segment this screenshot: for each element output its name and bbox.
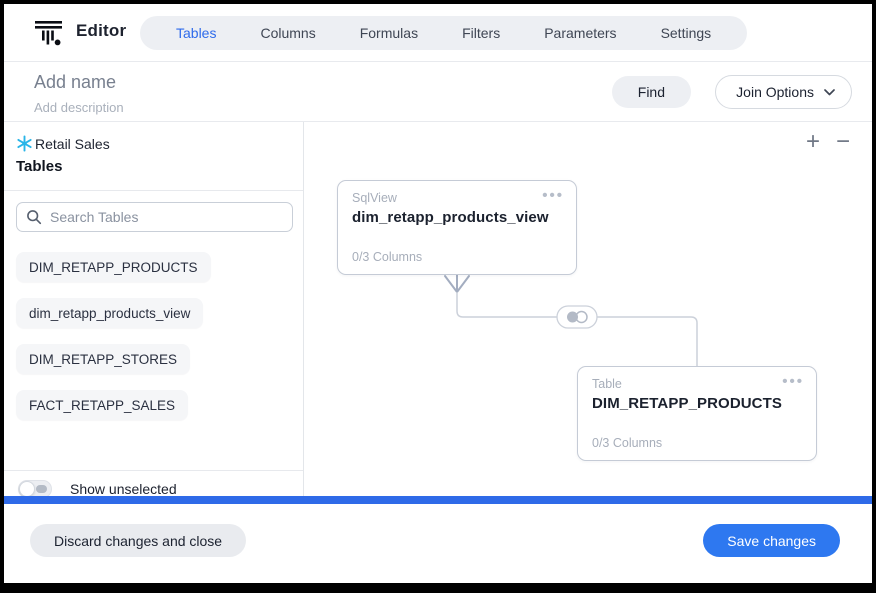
data-source-row: Retail Sales — [16, 135, 110, 152]
find-button[interactable]: Find — [611, 76, 691, 108]
dataset-name-field[interactable]: Add name — [34, 72, 116, 93]
sigma-logo-icon — [35, 21, 62, 46]
table-list-item[interactable]: DIM_RETAPP_STORES — [16, 344, 191, 374]
show-unselected-label: Show unselected — [70, 481, 177, 497]
node-name: dim_retapp_products_view — [352, 209, 549, 226]
join-canvas[interactable]: + − SqlView ••• dim_retapp_products_view… — [304, 122, 872, 496]
tab-parameters[interactable]: Parameters — [522, 25, 638, 41]
header-bar: Editor Tables Columns Formulas Filters P… — [4, 4, 872, 62]
snowflake-icon — [17, 135, 32, 152]
accent-divider-bar — [4, 496, 872, 504]
search-tables-input[interactable] — [50, 209, 283, 225]
data-source-name: Retail Sales — [35, 135, 110, 152]
node-columns-count: 0/3 Columns — [592, 436, 663, 450]
toggle-knob — [19, 481, 35, 497]
node-menu-icon[interactable]: ••• — [542, 187, 564, 204]
sidebar-divider — [4, 190, 303, 191]
tab-tables[interactable]: Tables — [154, 25, 238, 41]
node-name: DIM_RETAPP_PRODUCTS — [592, 395, 782, 412]
node-type-label: SqlView — [352, 191, 397, 205]
search-tables-box[interactable] — [16, 202, 293, 232]
sidebar-divider — [4, 470, 303, 471]
search-icon — [27, 210, 42, 225]
save-changes-button[interactable]: Save changes — [703, 524, 840, 557]
canvas-node-sqlview[interactable]: SqlView ••• dim_retapp_products_view 0/3… — [337, 180, 577, 275]
node-menu-icon[interactable]: ••• — [782, 373, 804, 390]
join-type-icon — [556, 305, 598, 329]
sidebar-section-title: Tables — [16, 158, 63, 175]
title-bar: Add name Add description Find Join Optio… — [4, 62, 872, 122]
canvas-node-table[interactable]: Table ••• DIM_RETAPP_PRODUCTS 0/3 Column… — [577, 366, 817, 461]
app-title: Editor — [76, 21, 127, 40]
table-list-item[interactable]: FACT_RETAPP_SALES — [16, 390, 189, 420]
tab-filters[interactable]: Filters — [440, 25, 522, 41]
tables-sidebar: Retail Sales Tables DIM_RETAPP_PRODUCTS … — [4, 122, 304, 498]
editor-window: Editor Tables Columns Formulas Filters P… — [4, 4, 872, 583]
chevron-down-icon — [824, 88, 835, 95]
node-columns-count: 0/3 Columns — [352, 250, 423, 264]
node-type-label: Table — [592, 377, 622, 391]
table-list-item[interactable]: DIM_RETAPP_PRODUCTS — [16, 252, 211, 282]
footer-bar: Discard changes and close Save changes — [4, 504, 872, 583]
toggle-track-mark — [36, 485, 47, 493]
tab-settings[interactable]: Settings — [639, 25, 734, 41]
dataset-description-field[interactable]: Add description — [34, 100, 124, 115]
tab-formulas[interactable]: Formulas — [338, 25, 440, 41]
join-options-button[interactable]: Join Options — [715, 75, 852, 109]
join-options-label: Join Options — [736, 84, 814, 100]
tab-columns[interactable]: Columns — [238, 25, 337, 41]
discard-changes-button[interactable]: Discard changes and close — [30, 524, 247, 557]
editor-tabbar: Tables Columns Formulas Filters Paramete… — [140, 16, 748, 50]
table-list-item[interactable]: dim_retapp_products_view — [16, 298, 204, 328]
